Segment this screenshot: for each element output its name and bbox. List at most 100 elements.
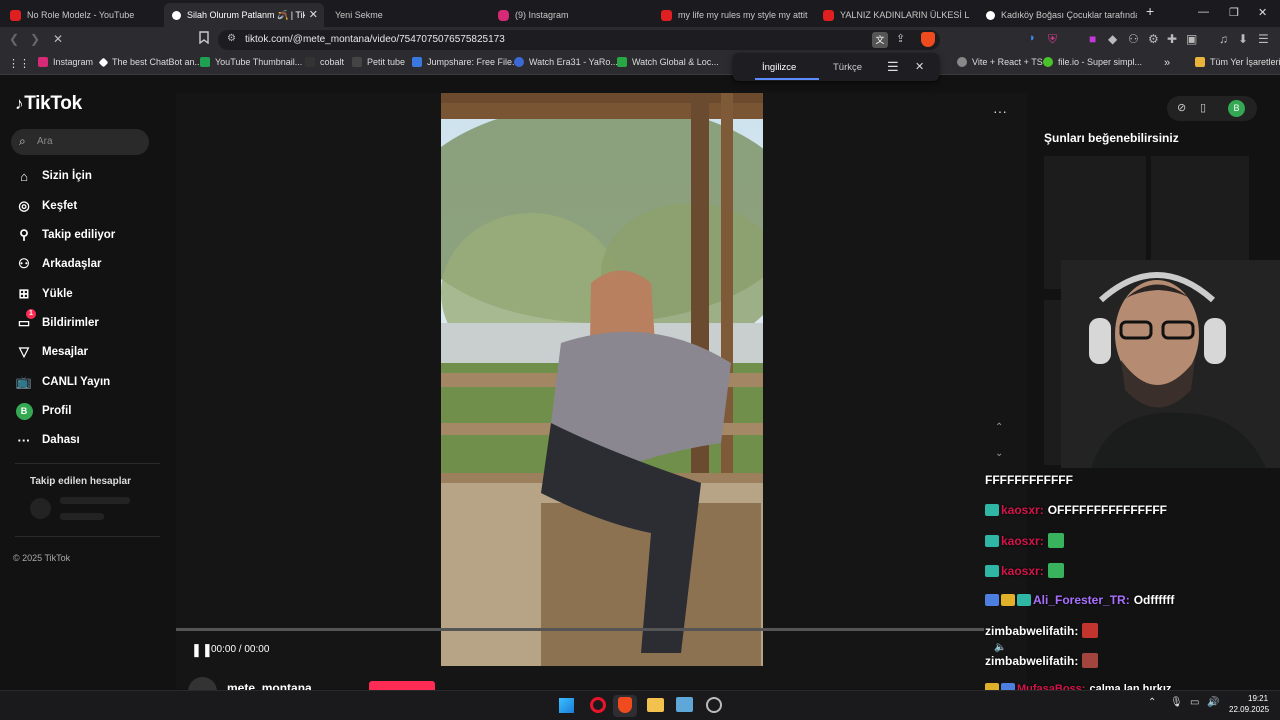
nav-takip-ediliyor[interactable]: ⚲ Takip ediliyor bbox=[15, 225, 115, 245]
header-toolbar: ⊘ ▯ B bbox=[1167, 96, 1257, 121]
device-icon[interactable]: ▯ bbox=[1200, 101, 1206, 114]
apps-icon[interactable]: ⋮⋮ bbox=[8, 57, 30, 70]
nav-sizin-icin[interactable]: ⌂ Sizin İçin bbox=[15, 166, 92, 186]
video-frame[interactable] bbox=[441, 93, 763, 666]
brave-icon[interactable] bbox=[618, 697, 632, 713]
chat-text: Odffffff bbox=[1133, 593, 1175, 607]
navigation-bar: ❮ ❯ ✕ ⚙ tiktok.com/@mete_montana/video/7… bbox=[0, 27, 1280, 53]
back-button[interactable]: ❮ bbox=[9, 32, 19, 46]
puzzle-icon[interactable]: ✚ bbox=[1167, 32, 1177, 46]
tab-tiktok-kadikoy[interactable]: Kadıköy Boğası Çocuklar tarafından bbox=[978, 3, 1140, 27]
nav-kesfet[interactable]: ◎ Keşfet bbox=[15, 196, 77, 216]
address-bar[interactable]: ⚙ tiktok.com/@mete_montana/video/7547075… bbox=[218, 30, 940, 50]
maximize-button[interactable]: ❐ bbox=[1229, 6, 1239, 19]
windows-start-icon[interactable] bbox=[559, 698, 574, 713]
close-tab-icon[interactable]: ✕ bbox=[309, 8, 318, 21]
site-info-icon[interactable]: ⚙ bbox=[227, 33, 236, 44]
forward-button[interactable]: ❯ bbox=[30, 32, 40, 46]
more-bookmarks-icon[interactable]: » bbox=[1164, 57, 1170, 69]
chevron-down-icon[interactable]: ⌄ bbox=[995, 448, 1003, 459]
tab-youtube-no-role-modelz[interactable]: No Role Modelz - YouTube bbox=[2, 3, 162, 27]
extension-icon[interactable]: ⚇ bbox=[1128, 32, 1139, 46]
bookmark-item[interactable]: Petit tube bbox=[352, 57, 405, 67]
download-icon[interactable]: ⬇ bbox=[1238, 32, 1248, 46]
tiktok-logo[interactable]: ♪TikTok bbox=[15, 93, 82, 115]
speaker-icon[interactable]: 🔊 bbox=[1207, 697, 1219, 708]
friends-icon: ⚇ bbox=[18, 256, 30, 271]
tab-new-tab[interactable]: Yeni Sekme bbox=[326, 3, 486, 27]
opera-icon[interactable] bbox=[590, 697, 606, 713]
translate-icon[interactable]: 文 bbox=[872, 32, 888, 48]
clock-date[interactable]: 22.09.2025 bbox=[1229, 705, 1269, 714]
instagram-icon bbox=[38, 57, 48, 67]
nav-canli-yayin[interactable]: 📺 CANLI Yayın bbox=[15, 372, 110, 392]
chevron-up-icon[interactable]: ⌃ bbox=[1148, 697, 1156, 708]
brave-shield-icon[interactable] bbox=[921, 32, 935, 47]
nav-mesajlar[interactable]: ▽ Mesajlar bbox=[15, 342, 88, 362]
bookmark-item[interactable]: file.io - Super simpl... bbox=[1043, 57, 1142, 67]
close-window-button[interactable]: ✕ bbox=[1258, 6, 1267, 19]
nav-arkadaslar[interactable]: ⚇ Arkadaşlar bbox=[15, 254, 101, 274]
music-icon[interactable]: ♫ bbox=[1219, 32, 1228, 46]
chat-message: zimbabwelifatih: bbox=[985, 623, 1100, 638]
nav-label: Profil bbox=[42, 405, 72, 417]
tab-youtube-yalniz[interactable]: YALNIZ KADINLARIN ÜLKESİ LİTVAN bbox=[815, 3, 975, 27]
tab-instagram[interactable]: (9) Instagram bbox=[490, 3, 650, 27]
bookmark-item[interactable]: cobalt bbox=[305, 57, 344, 67]
bookmark-item[interactable]: Jumpshare: Free File... bbox=[412, 57, 520, 67]
minimize-button[interactable]: — bbox=[1198, 6, 1209, 18]
app-icon[interactable] bbox=[676, 697, 693, 712]
jumpshare-icon bbox=[412, 57, 422, 67]
clock-time[interactable]: 19:21 bbox=[1248, 694, 1268, 703]
network-icon[interactable]: ▭ bbox=[1190, 697, 1199, 708]
extension-icon[interactable]: ⛨ bbox=[1048, 32, 1057, 47]
extension-icon[interactable]: ◗ bbox=[1029, 32, 1036, 44]
compass-icon: ◎ bbox=[18, 198, 30, 213]
bookmark-label: YouTube Thumbnail... bbox=[215, 57, 303, 67]
more-icon: ··· bbox=[17, 432, 31, 448]
translate-popup: İngilizce Türkçe ☰ ✕ bbox=[733, 53, 939, 81]
bookmark-item[interactable]: Watch Global & Loc... bbox=[617, 57, 719, 67]
bookmark-item[interactable]: Vite + React + TS bbox=[957, 57, 1043, 67]
translate-from-tab[interactable]: İngilizce bbox=[762, 62, 796, 73]
translate-to-tab[interactable]: Türkçe bbox=[833, 62, 862, 73]
skeleton-avatar bbox=[30, 498, 51, 519]
extension-icon[interactable]: ⚙ bbox=[1148, 32, 1159, 46]
nav-profil[interactable]: B Profil bbox=[15, 401, 71, 421]
menu-icon[interactable]: ☰ bbox=[1258, 32, 1269, 46]
bookmark-item[interactable]: Watch Era31 - YaRo... bbox=[514, 57, 618, 67]
nav-bildirimler[interactable]: ▭ 1 Bildirimler bbox=[15, 309, 99, 333]
bookmark-item[interactable]: The best ChatBot an... bbox=[98, 57, 202, 67]
new-tab-button[interactable]: + bbox=[1146, 3, 1154, 19]
nav-yukle[interactable]: ⊞ Yükle bbox=[15, 284, 73, 304]
search-placeholder: Ara bbox=[37, 136, 53, 147]
search-input[interactable]: ⌕ Ara bbox=[11, 129, 149, 155]
share-icon[interactable]: ⇪ bbox=[896, 32, 905, 45]
tab-youtube-my-life[interactable]: my life my rules my style my attitude bbox=[653, 3, 813, 27]
close-icon[interactable]: ✕ bbox=[915, 60, 924, 73]
pause-button[interactable]: ❚❚ bbox=[191, 642, 213, 658]
bookmark-label: cobalt bbox=[320, 57, 345, 67]
bookmark-item[interactable]: Instagram bbox=[38, 57, 93, 67]
more-options-icon[interactable]: ··· bbox=[993, 103, 1007, 119]
user-avatar[interactable]: B bbox=[1228, 100, 1245, 117]
all-bookmarks-folder[interactable]: Tüm Yer İşaretleri bbox=[1195, 57, 1280, 67]
stop-loading-button[interactable]: ✕ bbox=[53, 32, 63, 46]
extension-icon[interactable]: ◆ bbox=[1108, 32, 1117, 46]
app-icon[interactable] bbox=[706, 697, 722, 713]
sidebar-icon[interactable]: ▣ bbox=[1186, 32, 1197, 46]
badge-icon bbox=[1017, 594, 1031, 606]
progress-bar[interactable] bbox=[176, 628, 984, 631]
nav-dahasi[interactable]: ··· Dahası bbox=[15, 430, 80, 450]
bookmark-item[interactable]: YouTube Thumbnail... bbox=[200, 57, 302, 67]
bookmark-icon[interactable] bbox=[199, 31, 209, 47]
file-explorer-icon[interactable] bbox=[647, 698, 664, 712]
volume-icon[interactable]: 🔈 bbox=[994, 642, 1006, 653]
tab-tiktok-active[interactable]: Silah Olurum Patlanm 🪃 | TikTo ✕ bbox=[164, 3, 324, 27]
microphone-icon[interactable]: 🎙 bbox=[1170, 697, 1183, 708]
explore-icon[interactable]: ⊘ bbox=[1177, 101, 1186, 114]
chevron-up-icon[interactable]: ⌃ bbox=[995, 422, 1003, 433]
translate-menu-icon[interactable]: ☰ bbox=[887, 59, 899, 75]
extension-icon[interactable]: ■ bbox=[1089, 32, 1096, 46]
bookmark-label: Jumpshare: Free File... bbox=[427, 57, 520, 67]
